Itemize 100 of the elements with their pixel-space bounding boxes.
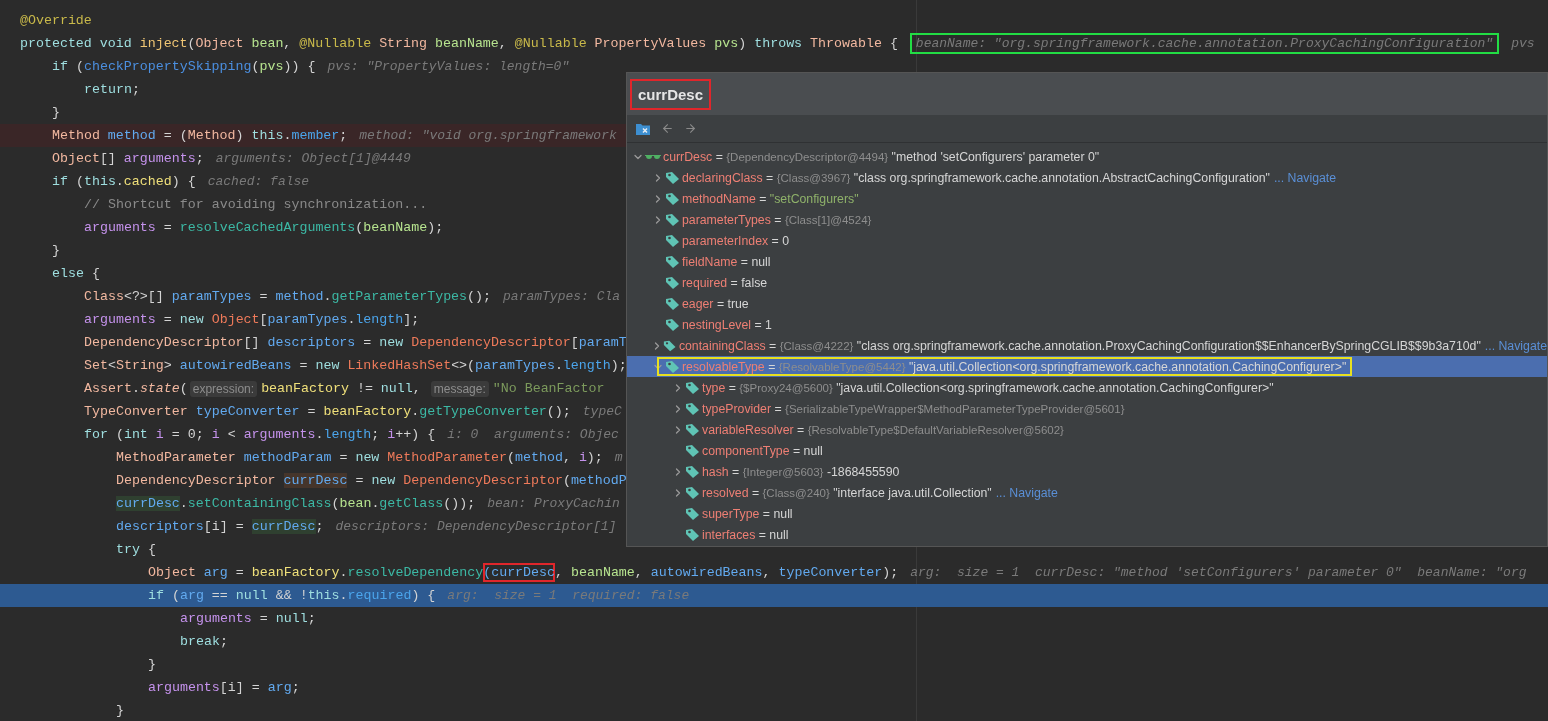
- code-text: Object[] arguments;: [52, 151, 204, 166]
- tag-icon: [665, 317, 680, 332]
- variable-entry: componentType = null: [702, 443, 823, 458]
- parameter-hint: expression:: [189, 380, 258, 397]
- popup-title: currDesc: [630, 78, 712, 110]
- inline-hint: pvs: [1511, 36, 1535, 51]
- code-text: if (arg == null && !this.required) {: [148, 588, 436, 603]
- code-text: protected void inject(Object bean, @Nullable String beanName, @Nullable PropertyValues pvs) throws Throwable {: [20, 36, 898, 51]
- tree-row[interactable]: declaringClass = {Class@3967} "class org.springframework.cache.annotation.AbstractCachingConfiguration" ... Navigate: [627, 167, 1547, 188]
- tag-icon: [665, 233, 680, 248]
- code-text: Method method = (Method) this.member;: [52, 128, 348, 143]
- tag-icon: [663, 338, 677, 353]
- tree-row[interactable]: resolvableType = {ResolvableType@5442} "java.util.Collection<org.springframework.cache.annotation.CachingConfigurer>": [627, 356, 1547, 377]
- code-text: }: [52, 243, 60, 258]
- variable-entry: required = false: [682, 275, 768, 290]
- code-text: beanFactory != null,: [261, 381, 422, 396]
- variable-entry: parameterIndex = 0: [682, 233, 789, 248]
- tag-icon: [685, 506, 700, 521]
- tree-row[interactable]: parameterIndex = 0: [627, 230, 1547, 251]
- folder-close-icon[interactable]: [635, 121, 651, 136]
- tree-row[interactable]: interfaces = null: [627, 524, 1547, 545]
- tree-row[interactable]: parameterTypes = {Class[1]@4524}: [627, 209, 1547, 230]
- variable-entry: hash = {Integer@5603} -1868455590: [702, 464, 900, 479]
- tree-row[interactable]: resolved = {Class@240} "interface java.util.Collection" ... Navigate: [627, 482, 1547, 503]
- tag-icon: [665, 212, 680, 227]
- variable-entry: nestingLevel = 1: [682, 317, 772, 332]
- tag-icon: [665, 191, 680, 206]
- inline-hint: pvs: "PropertyValues: length=0": [327, 59, 570, 74]
- tree-row[interactable]: containingClass = {Class@4222} "class org.springframework.cache.annotation.ProxyCachingConfiguration$$EnhancerBySpringCGLIB$$9b3a710d" ... Navigate: [627, 335, 1547, 356]
- tag-icon: [685, 380, 700, 395]
- inline-hint: m: [614, 450, 623, 465]
- code-text: Class<?>[] paramTypes = method.getParameterTypes();: [84, 289, 492, 304]
- variable-entry: methodName = "setConfigurers": [682, 191, 859, 206]
- variable-entry: eager = true: [682, 296, 749, 311]
- tag-icon: [685, 401, 700, 416]
- variable-entry: resolved = {Class@240} "interface java.util.Collection": [702, 485, 992, 500]
- forward-arrow-icon[interactable]: [684, 122, 697, 135]
- inline-hint: descriptors: DependencyDescriptor[1]: [335, 519, 617, 534]
- code-text: }: [52, 105, 60, 120]
- code-text: arguments = resolveCachedArguments(beanName);: [84, 220, 444, 235]
- code-text: @Override: [20, 13, 92, 28]
- parameter-hint: message:: [430, 380, 489, 397]
- inline-hint: paramTypes: Cla: [503, 289, 621, 304]
- code-text: DependencyDescriptor currDesc = new DependencyDescriptor(methodP: [116, 473, 627, 488]
- tree-row[interactable]: methodName = "setConfigurers": [627, 188, 1547, 209]
- tag-icon: [665, 170, 680, 185]
- tag-icon: [665, 359, 680, 374]
- code-text: for (int i = 0; i < arguments.length; i++) {: [84, 427, 436, 442]
- inline-hint: bean: ProxyCachin: [487, 496, 620, 511]
- tag-icon: [685, 464, 700, 479]
- code-text: currDesc.setContainingClass(bean.getClass());: [116, 496, 476, 511]
- variable-entry: declaringClass = {Class@3967} "class org.springframework.cache.annotation.AbstractCachingConfiguration": [682, 170, 1270, 185]
- code-text: }: [148, 657, 156, 672]
- inline-hint: arg: size = 1 currDesc: "method 'setConfigurers' parameter 0" beanName: "org: [910, 565, 1527, 580]
- tag-icon: [665, 275, 680, 290]
- code-text: "No BeanFactor: [492, 381, 605, 396]
- code-text: MethodParameter methodParam = new MethodParameter(method, i);: [116, 450, 603, 465]
- variable-entry: fieldName = null: [682, 254, 771, 269]
- code-text: arguments = null;: [180, 611, 316, 626]
- tree-row[interactable]: variableResolver = {ResolvableType$DefaultVariableResolver@5602}: [627, 419, 1547, 440]
- tree-row[interactable]: hash = {Integer@5603} -1868455590: [627, 461, 1547, 482]
- inline-hint: beanName: "org.springframework.cache.annotation.ProxyCachingConfiguration": [909, 33, 1500, 54]
- tag-icon: [665, 254, 680, 269]
- code-text: Set<String> autowiredBeans = new LinkedHashSet<>(paramTypes.length);: [84, 358, 627, 373]
- code-text: break;: [180, 634, 228, 649]
- variable-entry: interfaces = null: [702, 527, 789, 542]
- tree-row[interactable]: eager = true: [627, 293, 1547, 314]
- tree-row[interactable]: nestingLevel = 1: [627, 314, 1547, 335]
- code-text: if (this.cached) {: [52, 174, 196, 189]
- tree-row[interactable]: fieldName = null: [627, 251, 1547, 272]
- inline-hint: cached: false: [207, 174, 310, 189]
- code-text: else {: [52, 266, 100, 281]
- back-arrow-icon[interactable]: [661, 122, 674, 135]
- variable-entry: type = {$Proxy24@5600} "java.util.Collection<org.springframework.cache.annotation.CachingConfigurer>": [702, 380, 1274, 395]
- tag-icon: [665, 296, 680, 311]
- variable-entry: currDesc = {DependencyDescriptor@4494} "method 'setConfigurers' parameter 0": [663, 149, 1100, 164]
- variable-entry: resolvableType = {ResolvableType@5442} "java.util.Collection<org.springframework.cache.annotation.CachingConfigurer>": [682, 359, 1347, 374]
- code-text: if (checkPropertySkipping(pvs)) {: [52, 59, 316, 74]
- inline-hint: method: "void org.springframework: [359, 128, 617, 143]
- inline-hint: typeC: [582, 404, 622, 419]
- code-text: arguments = new Object[paramTypes.length];: [84, 312, 420, 327]
- tree-row[interactable]: componentType = null: [627, 440, 1547, 461]
- tree-row[interactable]: typeProvider = {SerializableTypeWrapper$MethodParameterTypeProvider@5601}: [627, 398, 1547, 419]
- tree-row[interactable]: required = false: [627, 272, 1547, 293]
- tag-icon: [685, 485, 700, 500]
- tree-row[interactable]: currDesc = {DependencyDescriptor@4494} "method 'setConfigurers' parameter 0": [627, 146, 1547, 167]
- variable-entry: superType = null: [702, 506, 793, 521]
- inline-hint: arg: size = 1 required: false: [447, 588, 690, 603]
- inline-hint: i: 0 arguments: Objec: [447, 427, 619, 442]
- tag-icon: [685, 422, 700, 437]
- code-text: try {: [116, 542, 156, 557]
- variable-entry: variableResolver = {ResolvableType$DefaultVariableResolver@5602}: [702, 422, 1064, 437]
- code-text: descriptors[i] = currDesc;: [116, 519, 324, 534]
- tag-icon: [685, 443, 700, 458]
- inline-hint: arguments: Object[1]@4449: [215, 151, 411, 166]
- tree-row[interactable]: type = {$Proxy24@5600} "java.util.Collection<org.springframework.cache.annotation.CachingConfigurer>": [627, 377, 1547, 398]
- variable-entry: typeProvider = {SerializableTypeWrapper$MethodParameterTypeProvider@5601}: [702, 401, 1125, 416]
- tag-icon: [685, 527, 700, 542]
- code-text: // Shortcut for avoiding synchronization...: [84, 197, 428, 212]
- tree-row[interactable]: superType = null: [627, 503, 1547, 524]
